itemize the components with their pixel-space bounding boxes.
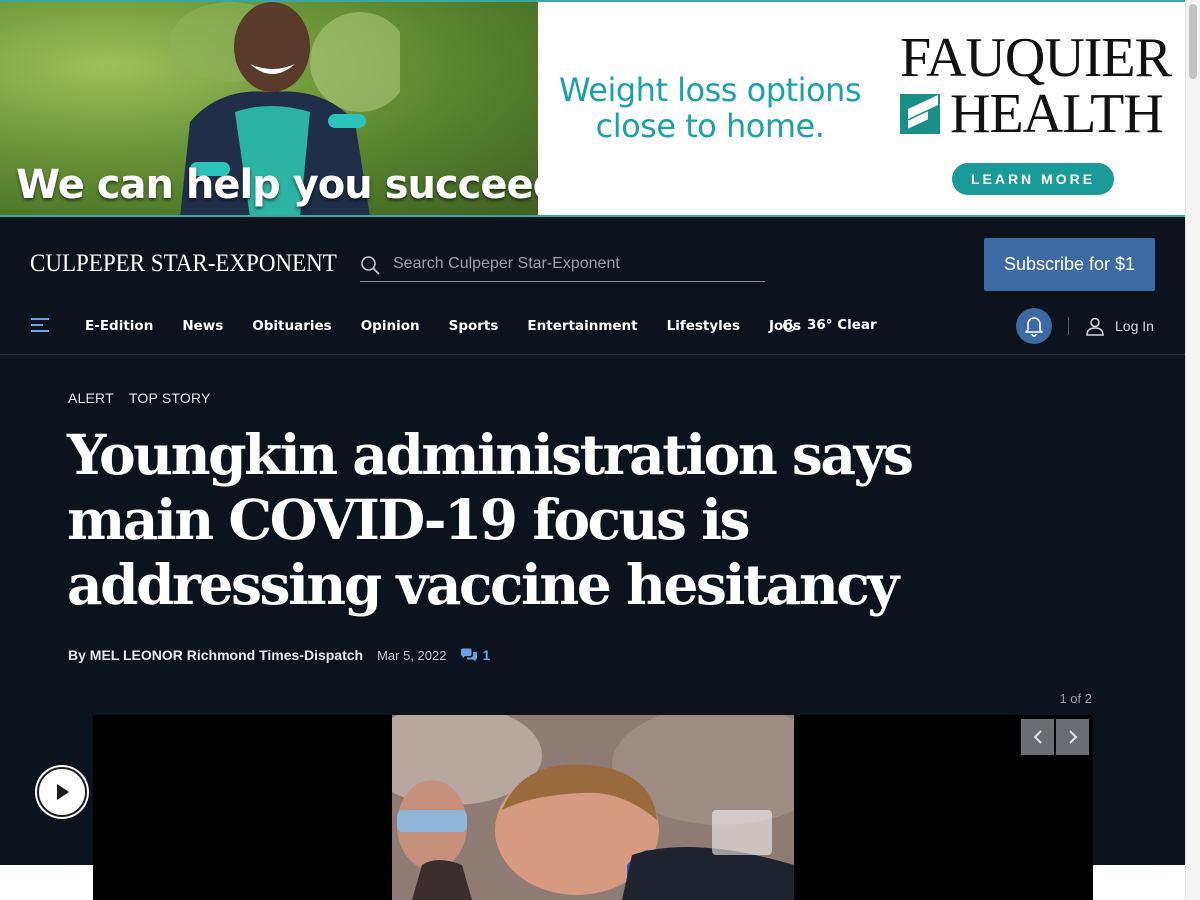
search-bar[interactable]	[360, 247, 765, 282]
ad-brand-line1: FAUQUIER	[900, 27, 1172, 89]
chevron-right-icon	[1068, 730, 1077, 744]
ad-brand-mark-icon	[900, 94, 940, 134]
ad-brand-logo: FAUQUIER HEALTH	[900, 27, 1172, 145]
page: We can help you succeed. Weight loss opt…	[0, 0, 1200, 900]
nav-items: E-Edition News Obituaries Opinion Sports Ente…	[70, 307, 815, 345]
ad-photo: We can help you succeed.	[0, 2, 538, 215]
ad-slogan: We can help you succeed.	[16, 162, 538, 208]
advertisement-banner[interactable]: We can help you succeed. Weight loss opt…	[0, 0, 1185, 217]
play-icon	[57, 784, 69, 800]
gallery-photo-image	[392, 715, 794, 900]
kicker-alert[interactable]: ALERT	[68, 390, 114, 406]
nav-item-lifestyles[interactable]: Lifestyles	[652, 318, 754, 334]
user-icon	[1086, 317, 1104, 336]
photo-gallery[interactable]	[93, 715, 1093, 900]
login-link[interactable]: Log In	[1085, 316, 1154, 336]
login-label: Log In	[1115, 318, 1154, 334]
comment-count: 1	[482, 647, 491, 663]
article-date: Mar 5, 2022	[377, 647, 447, 663]
gallery-prev-button[interactable]	[1021, 719, 1054, 755]
nav-item-e-edition[interactable]: E-Edition	[70, 318, 167, 334]
site-masthead-logo[interactable]: CULPEPER STAR-EXPONENT	[30, 250, 337, 278]
nav-item-opinion[interactable]: Opinion	[346, 318, 434, 334]
article-byline: By MEL LEONOR Richmond Times-Dispatch Ma…	[68, 647, 490, 663]
weather-text: 36° Clear	[807, 317, 877, 333]
subscribe-button[interactable]: Subscribe for $1	[984, 238, 1155, 291]
weather-widget[interactable]: 36° Clear	[783, 317, 877, 333]
comment-bubbles-icon	[461, 648, 478, 662]
gallery-next-button[interactable]	[1056, 719, 1089, 755]
byline-author[interactable]: By MEL LEONOR Richmond Times-Dispatch	[68, 647, 363, 663]
article-headline: Youngkin administration says main COVID-…	[67, 422, 914, 617]
ad-copy: Weight loss options close to home.	[559, 71, 862, 145]
chevron-left-icon	[1033, 730, 1042, 744]
nav-item-entertainment[interactable]: Entertainment	[512, 318, 651, 334]
article-kickers: ALERT TOP STORY	[68, 390, 211, 406]
gallery-slide-count: 1 of 2	[1059, 691, 1092, 706]
hamburger-menu-icon[interactable]	[31, 318, 49, 334]
notifications-button[interactable]	[1016, 308, 1052, 344]
audio-play-button[interactable]	[37, 767, 87, 817]
bell-icon	[1025, 317, 1043, 337]
ad-brand-line2: HEALTH	[950, 83, 1164, 145]
search-input[interactable]	[393, 251, 753, 277]
main-nav: E-Edition News Obituaries Opinion Sports Ente…	[0, 307, 1185, 355]
moon-icon	[783, 318, 796, 332]
search-icon[interactable]	[360, 255, 380, 275]
nav-item-obituaries[interactable]: Obituaries	[237, 318, 345, 334]
page-scrollbar[interactable]	[1185, 0, 1200, 900]
kicker-top-story[interactable]: TOP STORY	[129, 390, 211, 406]
nav-divider	[1068, 317, 1069, 335]
nav-item-sports[interactable]: Sports	[434, 318, 513, 334]
gallery-photo	[392, 715, 794, 900]
nav-item-news[interactable]: News	[167, 318, 237, 334]
ad-learn-more-button[interactable]: LEARN MORE	[952, 163, 1114, 195]
comments-link[interactable]: 1	[460, 647, 490, 663]
scrollbar-thumb[interactable]	[1189, 4, 1197, 79]
